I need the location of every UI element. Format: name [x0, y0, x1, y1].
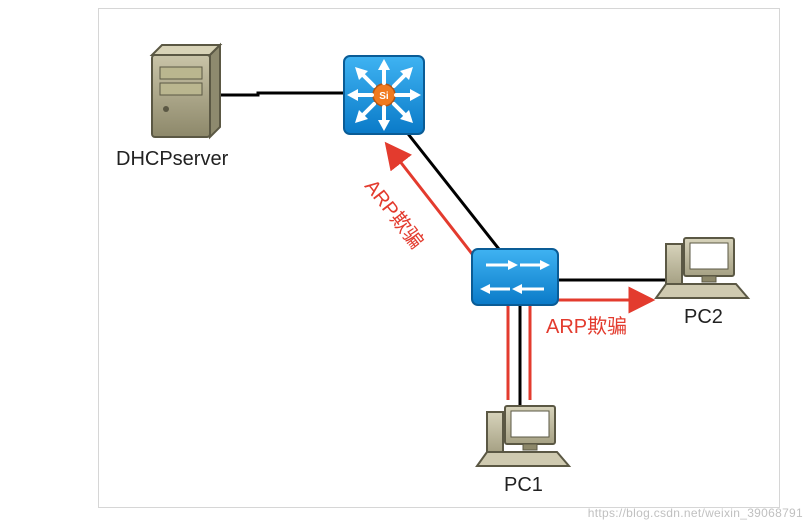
- arp-spoof-label-2: ARP欺骗: [546, 310, 627, 339]
- diagram-border: [98, 8, 780, 508]
- pc1-label: PC1: [504, 474, 543, 497]
- watermark-text: https://blog.csdn.net/weixin_39068791: [588, 506, 803, 520]
- diagram-canvas: Si: [0, 0, 809, 524]
- pc2-label: PC2: [684, 306, 723, 329]
- dhcp-server-label: DHCPserver: [116, 148, 228, 171]
